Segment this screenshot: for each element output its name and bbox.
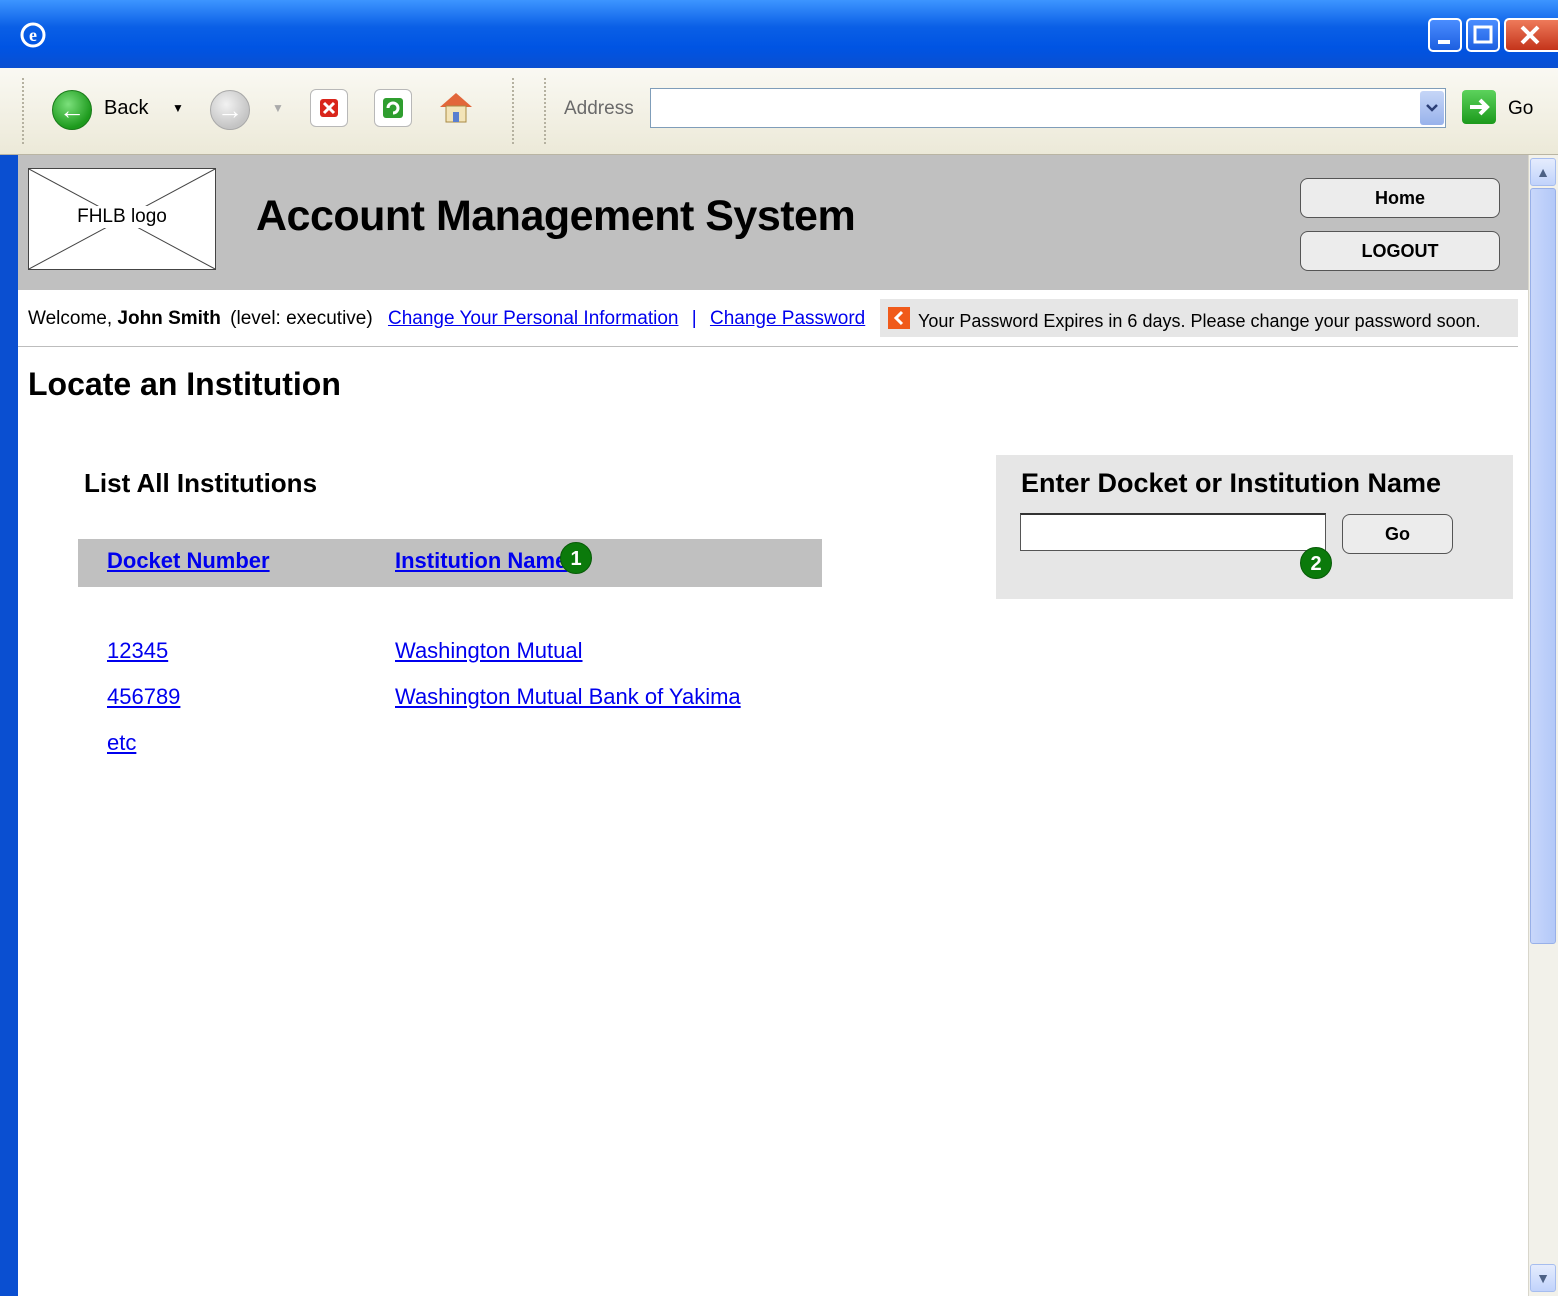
home-icon: [440, 93, 472, 123]
logo-text: FHLB logo: [67, 206, 177, 228]
svg-text:e: e: [29, 25, 37, 45]
home-button[interactable]: Home: [1300, 178, 1500, 218]
table-row-more[interactable]: etc: [107, 730, 136, 756]
maximize-button[interactable]: [1466, 18, 1500, 52]
page-title: Locate an Institution: [28, 366, 341, 402]
change-password-link[interactable]: Change Password: [710, 308, 865, 329]
back-button[interactable]: ←: [52, 90, 92, 130]
welcome-prefix: Welcome,: [28, 308, 113, 329]
scroll-up-button[interactable]: ▲: [1530, 158, 1556, 186]
back-dropdown-icon[interactable]: ▼: [172, 101, 184, 115]
refresh-icon: [383, 98, 403, 118]
ie-logo-icon: e: [18, 20, 48, 50]
institution-name-column-header[interactable]: Institution Name: [395, 548, 567, 574]
address-input[interactable]: [650, 88, 1446, 128]
toolbar-grip-3: [544, 78, 550, 144]
refresh-button[interactable]: [374, 89, 412, 127]
welcome-row: Welcome, John Smith (level: executive) C…: [28, 308, 865, 330]
user-level: (level: executive): [230, 308, 373, 329]
search-title: Enter Docket or Institution Name: [1021, 468, 1442, 498]
go-label[interactable]: Go: [1508, 98, 1533, 120]
scroll-down-button[interactable]: ▼: [1530, 1264, 1556, 1292]
go-arrow-button[interactable]: [1462, 90, 1496, 124]
window-frame-left: [0, 155, 18, 1296]
chevron-down-icon: [1426, 104, 1438, 112]
link-separator: |: [691, 308, 697, 329]
password-expiry-text: Your Password Expires in 6 days. Please …: [918, 311, 1481, 331]
list-section-title: List All Institutions: [84, 468, 318, 498]
annotation-badge-2: 2: [1300, 547, 1332, 579]
forward-button[interactable]: →: [210, 90, 250, 130]
app-title: Account Management System: [256, 192, 856, 240]
back-label[interactable]: Back: [104, 97, 148, 120]
stop-button[interactable]: [310, 89, 348, 127]
alert-icon: [888, 307, 910, 329]
forward-dropdown-icon[interactable]: ▼: [272, 101, 284, 115]
user-name: John Smith: [117, 308, 221, 329]
docket-or-name-input[interactable]: [1020, 513, 1326, 551]
logout-button[interactable]: LOGOUT: [1300, 231, 1500, 271]
toolbar-grip-2: [512, 78, 518, 144]
home-nav-button[interactable]: [436, 87, 474, 125]
forward-arrow-icon: →: [217, 95, 243, 125]
divider: [18, 346, 1518, 347]
table-row-docket[interactable]: 456789: [107, 684, 180, 710]
close-button[interactable]: [1504, 18, 1558, 52]
toolbar-grip: [22, 78, 28, 144]
address-label: Address: [564, 98, 634, 119]
annotation-badge-1: 1: [560, 542, 592, 574]
change-personal-info-link[interactable]: Change Your Personal Information: [388, 308, 678, 329]
minimize-button[interactable]: [1428, 18, 1462, 52]
back-arrow-icon: ←: [59, 95, 85, 125]
table-row-docket[interactable]: 12345: [107, 638, 168, 664]
table-row-institution[interactable]: Washington Mutual: [395, 638, 583, 664]
go-arrow-icon: [1470, 98, 1490, 116]
address-dropdown-button[interactable]: [1420, 91, 1444, 125]
docket-number-column-header[interactable]: Docket Number: [107, 548, 270, 574]
window-titlebar: [0, 0, 1558, 68]
table-row-institution[interactable]: Washington Mutual Bank of Yakima: [395, 684, 741, 710]
scroll-thumb[interactable]: [1530, 188, 1556, 944]
search-go-button[interactable]: Go: [1342, 514, 1453, 554]
stop-icon: [320, 99, 338, 117]
